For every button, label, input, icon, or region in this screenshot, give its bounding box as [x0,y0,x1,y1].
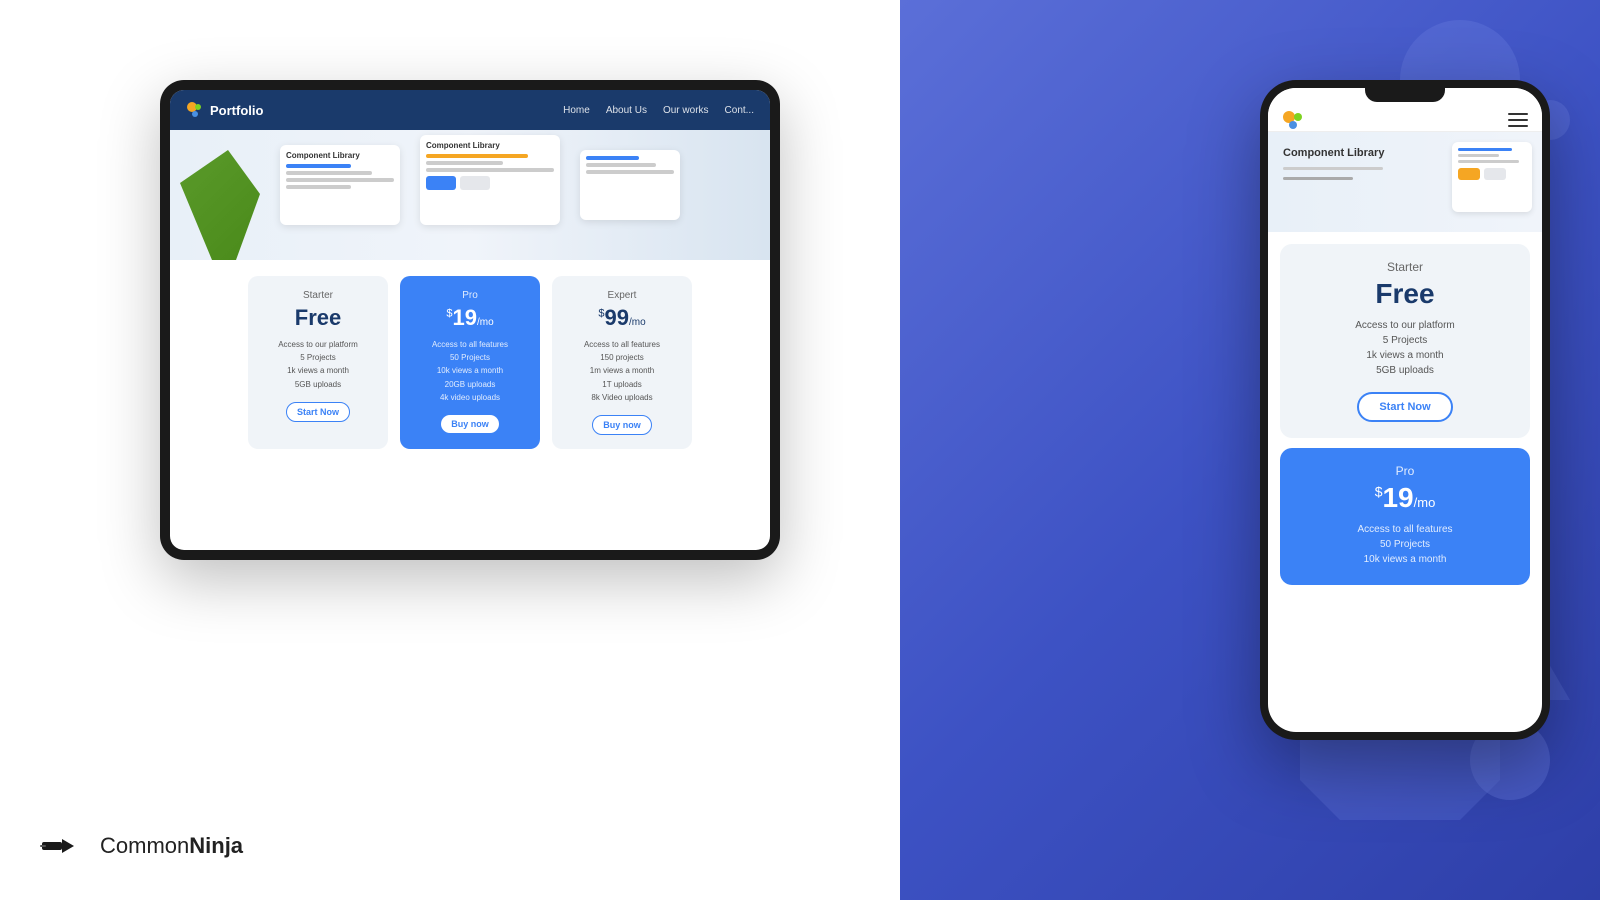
hero-wireframe-area: Component Library Component Library [260,130,770,260]
brand-name: CommonNinja [100,833,243,859]
brand-logo: CommonNinja [40,832,243,860]
tablet-nav-items: Home About Us Our works Cont... [563,105,754,116]
tablet-pro-buy-button[interactable]: Buy now [441,415,499,433]
starter-feature-2: 1k views a month [260,365,376,376]
phone-notch [1365,80,1445,102]
tablet-expert-buy-button[interactable]: Buy now [592,415,652,435]
phone-starter-card: Starter Free Access to our platform 5 Pr… [1280,244,1530,438]
phone-pro-feature-1: 50 Projects [1296,539,1514,550]
tablet-logo-icon [186,101,204,119]
phone-starter-feature-0: Access to our platform [1296,320,1514,331]
tablet-pro-card: Pro $19/mo Access to all features 50 Pro… [400,276,540,449]
phone-starter-feature-1: 5 Projects [1296,335,1514,346]
menu-bar-1 [1508,113,1528,115]
starter-feature-0: Access to our platform [260,339,376,350]
wireframe-card-3 [580,150,680,220]
pro-price: $19/mo [412,305,528,331]
pro-feature-4: 4k video uploads [412,392,528,403]
nav-home[interactable]: Home [563,105,590,116]
wireframe-card-1: Component Library [280,145,400,225]
menu-bar-2 [1508,119,1528,121]
tablet-hero: Component Library Component Library [170,130,770,260]
hero-bar-1 [1283,167,1383,170]
pro-feature-2: 10k views a month [412,365,528,376]
expert-feature-4: 8k Video uploads [564,392,680,403]
pro-feature-3: 20GB uploads [412,379,528,390]
left-panel: Portfolio Home About Us Our works Cont..… [0,0,900,900]
expert-feature-2: 1m views a month [564,365,680,376]
menu-bar-3 [1508,125,1528,127]
tablet-logo-text: Portfolio [210,103,263,118]
tablet-starter-card: Starter Free Access to our platform 5 Pr… [248,276,388,449]
pro-feature-1: 50 Projects [412,352,528,363]
phone-starter-name: Starter [1296,260,1514,274]
tablet-logo: Portfolio [186,101,263,119]
tablet-screen: Portfolio Home About Us Our works Cont..… [170,90,770,550]
tablet-device: Portfolio Home About Us Our works Cont..… [160,80,780,560]
phone-start-now-button[interactable]: Start Now [1357,392,1452,422]
starter-plan-name: Starter [260,290,376,301]
phone-hamburger-button[interactable] [1508,113,1528,127]
phone-logo-icon [1282,110,1310,130]
tablet-start-now-button[interactable]: Start Now [286,402,350,422]
phone-pricing-section: Starter Free Access to our platform 5 Pr… [1268,232,1542,607]
starter-feature-1: 5 Projects [260,352,376,363]
phone-screen: Component Library Start [1268,88,1542,732]
phone-pro-name: Pro [1296,464,1514,478]
pro-feature-0: Access to all features [412,339,528,350]
phone-pro-feature-2: 10k views a month [1296,554,1514,565]
phone-starter-feature-3: 5GB uploads [1296,365,1514,376]
phone-pro-feature-0: Access to all features [1296,524,1514,535]
expert-feature-1: 150 projects [564,352,680,363]
hero-plant [180,150,260,260]
expert-plan-name: Expert [564,290,680,301]
pro-plan-name: Pro [412,290,528,301]
tablet-navbar: Portfolio Home About Us Our works Cont..… [170,90,770,130]
phone-device: Component Library Start [1260,80,1550,740]
phone-wireframe [1452,142,1532,212]
phone-starter-feature-2: 1k views a month [1296,350,1514,361]
brand-name-light: Common [100,833,189,858]
brand-name-bold: Ninja [189,833,243,858]
right-panel: Component Library Start [900,0,1600,900]
phone-hero-title: Component Library [1283,147,1384,159]
nav-about[interactable]: About Us [606,105,647,116]
phone-starter-price: Free [1296,278,1514,310]
starter-price: Free [260,305,376,331]
expert-price: $99/mo [564,305,680,331]
phone-pro-card: Pro $19/mo Access to all features 50 Pro… [1280,448,1530,585]
expert-feature-0: Access to all features [564,339,680,350]
nav-contact[interactable]: Cont... [725,105,754,116]
tablet-expert-card: Expert $99/mo Access to all features 150… [552,276,692,449]
expert-feature-3: 1T uploads [564,379,680,390]
nav-works[interactable]: Our works [663,105,709,116]
tablet-pricing-section: Starter Free Access to our platform 5 Pr… [170,260,770,465]
phone-pro-price: $19/mo [1296,482,1514,514]
ninja-icon [40,832,90,860]
phone-hero: Component Library [1268,132,1542,232]
starter-feature-3: 5GB uploads [260,379,376,390]
hero-bar-2 [1283,177,1353,180]
wireframe-card-2: Component Library [420,135,560,225]
